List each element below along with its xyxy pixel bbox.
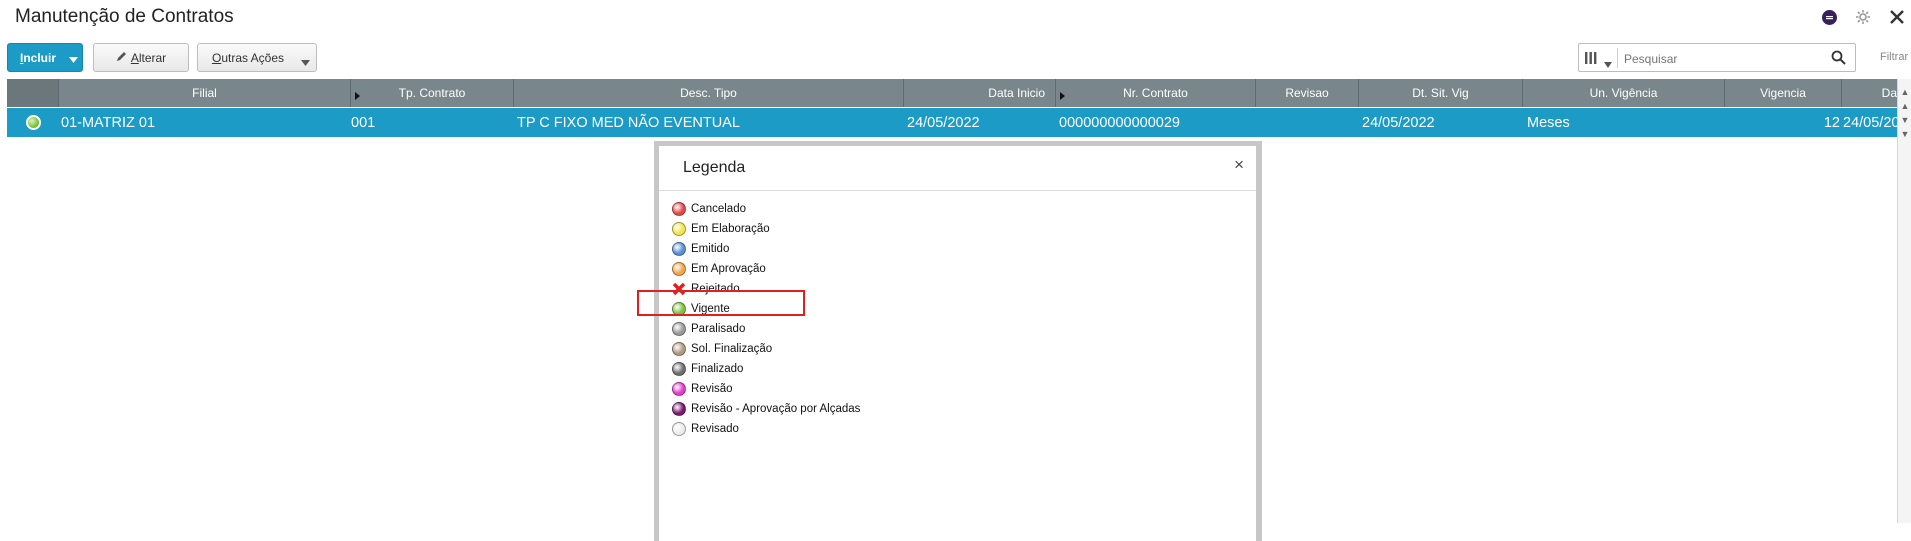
column-header-label: Vigencia xyxy=(1760,86,1806,100)
cell-un-vigencia: Meses xyxy=(1527,114,1570,131)
scroll-up-icon[interactable]: ▲ xyxy=(1900,101,1910,111)
legend-item-label: Em Aprovação xyxy=(691,263,766,275)
legend-item: Em Aprovação xyxy=(672,259,766,279)
column-header-filial[interactable]: Filial xyxy=(59,79,351,107)
cell-tp-contrato: 001 xyxy=(351,114,376,131)
legend-item-label: Paralisado xyxy=(691,323,746,335)
status-ball-icon xyxy=(672,362,686,376)
cell-desc-tipo: TP C FIXO MED NÃO EVENTUAL xyxy=(517,114,740,131)
column-header-vigencia[interactable]: Vigencia xyxy=(1725,79,1842,107)
legend-title: Legenda xyxy=(683,159,746,176)
columns-icon[interactable] xyxy=(1584,51,1602,70)
legend-item: Revisado xyxy=(672,419,739,439)
column-header-label: Filial xyxy=(192,86,217,100)
other-actions-label: Outras Ações xyxy=(211,50,285,65)
legend-item: Em Elaboração xyxy=(672,219,770,239)
legend-item: Emitido xyxy=(672,239,729,259)
legend-item-label: Cancelado xyxy=(691,203,746,215)
legend-item-label: Sol. Finalização xyxy=(691,343,773,355)
column-header-un-vigencia[interactable]: Un. Vigência xyxy=(1523,79,1725,107)
search-box xyxy=(1578,43,1856,72)
sort-arrow-icon xyxy=(1060,89,1065,103)
status-ball-icon xyxy=(672,422,686,436)
cell-vigencia: 12 xyxy=(1823,114,1840,131)
close-icon[interactable]: × xyxy=(1234,155,1244,175)
cell-filial: 01-MATRIZ 01 xyxy=(61,114,156,131)
status-ball-icon xyxy=(672,202,686,216)
status-cell xyxy=(7,108,59,137)
filter-label[interactable]: Filtrar xyxy=(1880,51,1908,63)
divider xyxy=(659,190,1256,191)
cell-da: 24/05/20 xyxy=(1843,114,1897,131)
pencil-icon xyxy=(116,51,127,65)
column-header-label: Desc. Tipo xyxy=(680,86,737,100)
chevron-down-icon[interactable] xyxy=(1604,55,1612,73)
scroll-down-icon[interactable]: ▼ xyxy=(1900,129,1910,139)
close-icon[interactable] xyxy=(1888,8,1906,31)
legend-dialog: Legenda × Cancelado Em Elaboração Emitido E… xyxy=(654,141,1262,541)
chevron-down-icon[interactable] xyxy=(69,52,78,66)
column-header-da[interactable]: Da xyxy=(1842,79,1897,107)
column-header-dt-sit-vig[interactable]: Dt. Sit. Vig xyxy=(1359,79,1523,107)
legend-item: Cancelado xyxy=(672,199,746,219)
legend-item-label: Revisão xyxy=(691,383,733,395)
gear-icon[interactable] xyxy=(1855,9,1871,30)
column-header-label: Da xyxy=(1881,86,1897,100)
page-title: Manutenção de Contratos xyxy=(15,6,234,27)
legend-item-label: Finalizado xyxy=(691,363,744,375)
column-header-label: Nr. Contrato xyxy=(1123,86,1188,100)
column-header-label: Tp. Contrato xyxy=(398,86,466,100)
highlight-box xyxy=(637,290,805,316)
include-label: Incluir xyxy=(19,50,56,65)
legend-item: Sol. Finalização xyxy=(672,339,772,359)
status-ball-icon xyxy=(672,262,686,276)
alter-button[interactable]: Alterar xyxy=(93,43,189,72)
legend-dialog-body: Legenda × Cancelado Em Elaboração Emitido E… xyxy=(659,146,1256,541)
legend-item: Paralisado xyxy=(672,319,745,339)
legend-item: Revisão xyxy=(672,379,733,399)
column-header-status[interactable] xyxy=(7,79,59,107)
status-green-icon xyxy=(25,115,41,130)
status-ball-icon xyxy=(672,382,686,396)
legend-item: Revisão - Aprovação por Alçadas xyxy=(672,399,860,419)
table-row[interactable]: 01-MATRIZ 01 001 TP C FIXO MED NÃO EVENT… xyxy=(7,108,1897,137)
column-header-label: Dt. Sit. Vig xyxy=(1412,86,1469,100)
column-header-label: Data Inicio xyxy=(988,86,1045,100)
cell-data-inicio: 24/05/2022 xyxy=(907,114,980,131)
cell-nr-contrato: 000000000000029 xyxy=(1059,114,1180,131)
grid-header: Filial Tp. Contrato Desc. Tipo Data Inic… xyxy=(7,79,1911,107)
legend-item: Finalizado xyxy=(672,359,743,379)
search-icon[interactable] xyxy=(1831,50,1846,70)
status-ball-icon xyxy=(672,322,686,336)
legend-item-label: Revisado xyxy=(691,423,739,435)
column-header-nr-contrato[interactable]: Nr. Contrato xyxy=(1056,79,1256,107)
alter-label: Alterar xyxy=(130,50,167,65)
status-ball-icon xyxy=(672,402,686,416)
search-input[interactable] xyxy=(1622,48,1826,70)
column-header-label: Un. Vigência xyxy=(1589,86,1658,100)
column-header-tp-contrato[interactable]: Tp. Contrato xyxy=(351,79,514,107)
cell-dt-sit-vig: 24/05/2022 xyxy=(1362,114,1435,131)
legend-item-label: Em Elaboração xyxy=(691,223,770,235)
column-header-desc-tipo[interactable]: Desc. Tipo xyxy=(514,79,904,107)
column-header-data-inicio[interactable]: Data Inicio xyxy=(904,79,1056,107)
include-button[interactable]: Incluir xyxy=(7,43,83,72)
search-divider xyxy=(1617,48,1618,68)
column-header-label: Revisao xyxy=(1285,86,1329,100)
column-header-revisao[interactable]: Revisao xyxy=(1256,79,1359,107)
status-ball-icon xyxy=(672,242,686,256)
legend-item-label: Emitido xyxy=(691,243,730,255)
app-icon[interactable] xyxy=(1822,10,1837,25)
scroll-up-icon[interactable]: ▲ xyxy=(1900,87,1910,97)
status-ball-icon xyxy=(672,342,686,356)
toolbar: Incluir Alterar Outras Ações Filtrar xyxy=(7,43,1911,73)
legend-item-label: Revisão - Aprovação por Alçadas xyxy=(691,403,861,415)
status-ball-icon xyxy=(672,222,686,236)
scroll-down-icon[interactable]: ▼ xyxy=(1900,115,1910,125)
other-actions-button[interactable]: Outras Ações xyxy=(197,43,317,72)
sort-arrow-icon xyxy=(355,89,360,103)
chevron-down-icon xyxy=(301,55,310,69)
vertical-scrollbar[interactable]: ▲ ▲ ▼ ▼ xyxy=(1897,79,1911,523)
